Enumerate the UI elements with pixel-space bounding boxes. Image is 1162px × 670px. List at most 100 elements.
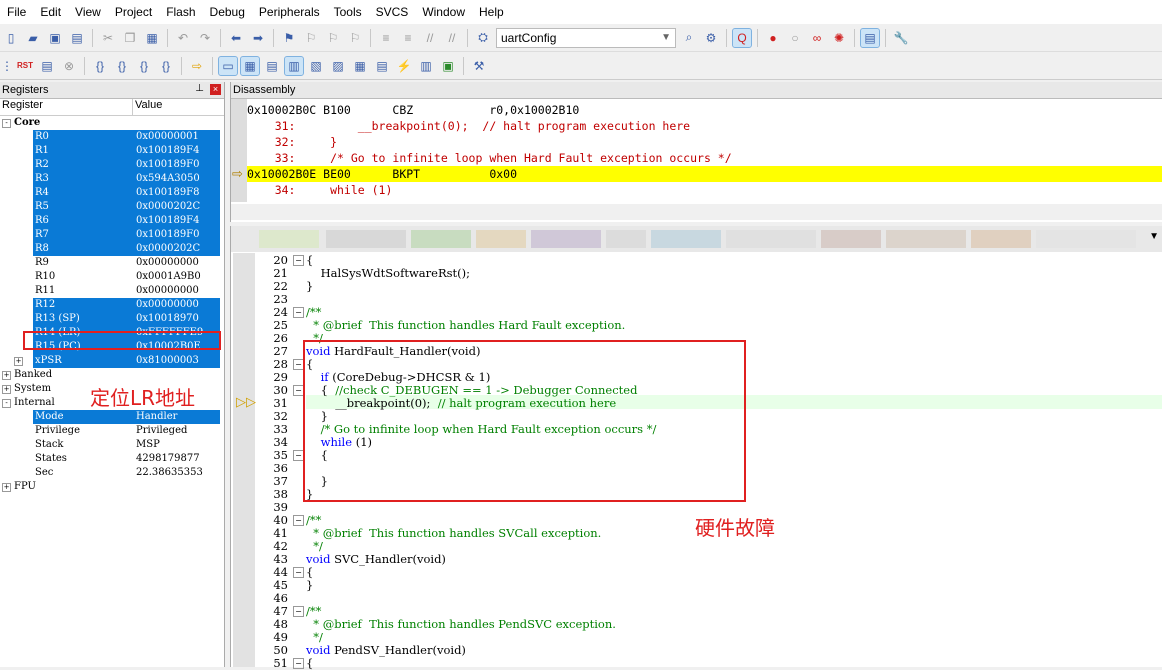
register-row[interactable]: R6 0x100189F4	[0, 214, 224, 228]
register-row[interactable]: Sec 22.38635353	[0, 466, 224, 480]
expand-icon[interactable]: +	[2, 371, 11, 380]
system-viewer-icon[interactable]: ▣	[439, 57, 457, 75]
registers-window-icon[interactable]: ▥	[284, 55, 304, 76]
register-value[interactable]: 4298179877	[136, 452, 220, 466]
tab-list-chevron-icon[interactable]: ▼	[1149, 231, 1159, 242]
trace-window-icon[interactable]: ▥	[417, 57, 435, 75]
register-value[interactable]: 0x00000001	[136, 130, 220, 144]
menu-debug[interactable]: Debug	[203, 5, 252, 19]
disassembly-line[interactable]: 32: }	[247, 134, 337, 150]
analysis-window-icon[interactable]: ⚡	[395, 57, 413, 75]
register-value[interactable]: 0x100189F0	[136, 158, 220, 172]
run-to-cursor-icon[interactable]: {}	[157, 57, 175, 75]
register-row[interactable]: R2 0x100189F0	[0, 158, 224, 172]
register-value[interactable]: 0x81000003	[136, 354, 220, 368]
editor-tab[interactable]	[259, 230, 319, 248]
prev-bookmark-icon[interactable]: ⚐	[302, 29, 320, 47]
code-line[interactable]: 51−{	[254, 657, 313, 670]
register-value[interactable]: 0x0001A9B0	[136, 270, 220, 284]
editor-tab[interactable]	[476, 230, 526, 248]
open-folder-icon[interactable]: ▰	[24, 29, 42, 47]
editor-tab[interactable]	[1036, 230, 1136, 248]
expand-icon[interactable]: +	[2, 385, 11, 394]
close-icon[interactable]: ×	[210, 84, 221, 95]
nav-forward-icon[interactable]: ➡	[249, 29, 267, 47]
editor-tab[interactable]	[651, 230, 721, 248]
register-value[interactable]: Handler	[136, 410, 220, 424]
register-value[interactable]: 0x00000000	[136, 284, 220, 298]
pin-icon[interactable]: ⊥	[195, 83, 204, 94]
register-row[interactable]: R11 0x00000000	[0, 284, 224, 298]
redo-icon[interactable]: ↷	[196, 29, 214, 47]
register-value[interactable]: 0x100189F4	[136, 144, 220, 158]
enable-breakpoint-icon[interactable]: ○	[786, 29, 804, 47]
register-row[interactable]: R8 0x0000202C	[0, 242, 224, 256]
editor-tab[interactable]	[886, 230, 966, 248]
register-value[interactable]: 22.38635353	[136, 466, 220, 480]
register-value[interactable]: 0x100189F8	[136, 186, 220, 200]
step-over-icon[interactable]: {}	[113, 57, 131, 75]
insert-breakpoint-icon[interactable]: ●	[764, 29, 782, 47]
reset-button[interactable]: RST	[16, 57, 34, 75]
register-value[interactable]: 0x594A3050	[136, 172, 220, 186]
menu-help[interactable]: Help	[472, 5, 511, 19]
run-icon[interactable]: ▤	[38, 57, 56, 75]
watch-window-icon[interactable]: ▨	[329, 57, 347, 75]
serial-window-icon[interactable]: ▤	[373, 57, 391, 75]
register-row[interactable]: Privilege Privileged	[0, 424, 224, 438]
menu-project[interactable]: Project	[108, 5, 159, 19]
register-column-header[interactable]: Register	[0, 99, 133, 115]
menu-peripherals[interactable]: Peripherals	[252, 5, 327, 19]
editor-tab[interactable]	[411, 230, 471, 248]
register-row[interactable]: R7 0x100189F0	[0, 228, 224, 242]
register-value[interactable]: 0x00000000	[136, 256, 220, 270]
register-value[interactable]: 0x0000202C	[136, 200, 220, 214]
comment-icon[interactable]: //	[421, 29, 439, 47]
configure-icon[interactable]: ⚙	[702, 29, 720, 47]
disassembly-window-icon[interactable]: ▦	[240, 55, 260, 76]
call-stack-icon[interactable]: ▧	[307, 57, 325, 75]
disassembly-line[interactable]: 34: while (1)	[247, 182, 393, 198]
register-row[interactable]: R10 0x0001A9B0	[0, 270, 224, 284]
unindent-icon[interactable]: ≡	[399, 29, 417, 47]
register-row[interactable]: + xPSR 0x81000003	[0, 354, 224, 368]
paste-icon[interactable]: ▦	[143, 29, 161, 47]
collapse-icon[interactable]: -	[2, 119, 11, 128]
register-value[interactable]: 0x00000000	[136, 298, 220, 312]
editor-tab[interactable]	[726, 230, 816, 248]
fold-toggle-icon[interactable]: −	[293, 307, 304, 318]
step-into-icon[interactable]: {}	[91, 57, 109, 75]
toolbox-icon[interactable]: ⚒	[470, 57, 488, 75]
disassembly-current-line[interactable]: 0x10002B0E BE00 BKPT 0x00	[247, 166, 1162, 182]
register-row[interactable]: R4 0x100189F8	[0, 186, 224, 200]
wrench-icon[interactable]: 🔧	[892, 29, 910, 47]
editor-tab[interactable]	[531, 230, 601, 248]
disassembly-line[interactable]: 0x10002B0C B100 CBZ r0,0x10002B10	[247, 102, 579, 118]
new-file-icon[interactable]: ▯	[2, 29, 20, 47]
editor-tab[interactable]	[606, 230, 646, 248]
menu-file[interactable]: File	[0, 5, 33, 19]
register-row[interactable]: R13 (SP) 0x10018970	[0, 312, 224, 326]
expand-icon[interactable]: +	[2, 483, 11, 492]
register-row[interactable]: R12 0x00000000	[0, 298, 224, 312]
register-row[interactable]: R0 0x00000001	[0, 130, 224, 144]
register-row[interactable]: Stack MSP	[0, 438, 224, 452]
disable-breakpoints-icon[interactable]: ∞	[808, 29, 826, 47]
editor-tab[interactable]	[821, 230, 881, 248]
register-value[interactable]: Privileged	[136, 424, 220, 438]
register-value[interactable]: MSP	[136, 438, 220, 452]
kill-breakpoints-icon[interactable]: ✺	[830, 29, 848, 47]
save-icon[interactable]: ▣	[46, 29, 64, 47]
collapse-icon[interactable]: -	[2, 399, 11, 408]
value-column-header[interactable]: Value	[133, 99, 162, 115]
symbols-window-icon[interactable]: ▤	[263, 57, 281, 75]
register-row[interactable]: R9 0x00000000	[0, 256, 224, 270]
menu-tools[interactable]: Tools	[327, 5, 369, 19]
command-window-icon[interactable]: ▭	[218, 55, 238, 76]
menu-window[interactable]: Window	[415, 5, 472, 19]
clear-bookmarks-icon[interactable]: ⚐	[346, 29, 364, 47]
register-row[interactable]: R1 0x100189F4	[0, 144, 224, 158]
register-value[interactable]: 0x0000202C	[136, 242, 220, 256]
register-row[interactable]: States 4298179877	[0, 452, 224, 466]
cut-icon[interactable]: ✂	[99, 29, 117, 47]
